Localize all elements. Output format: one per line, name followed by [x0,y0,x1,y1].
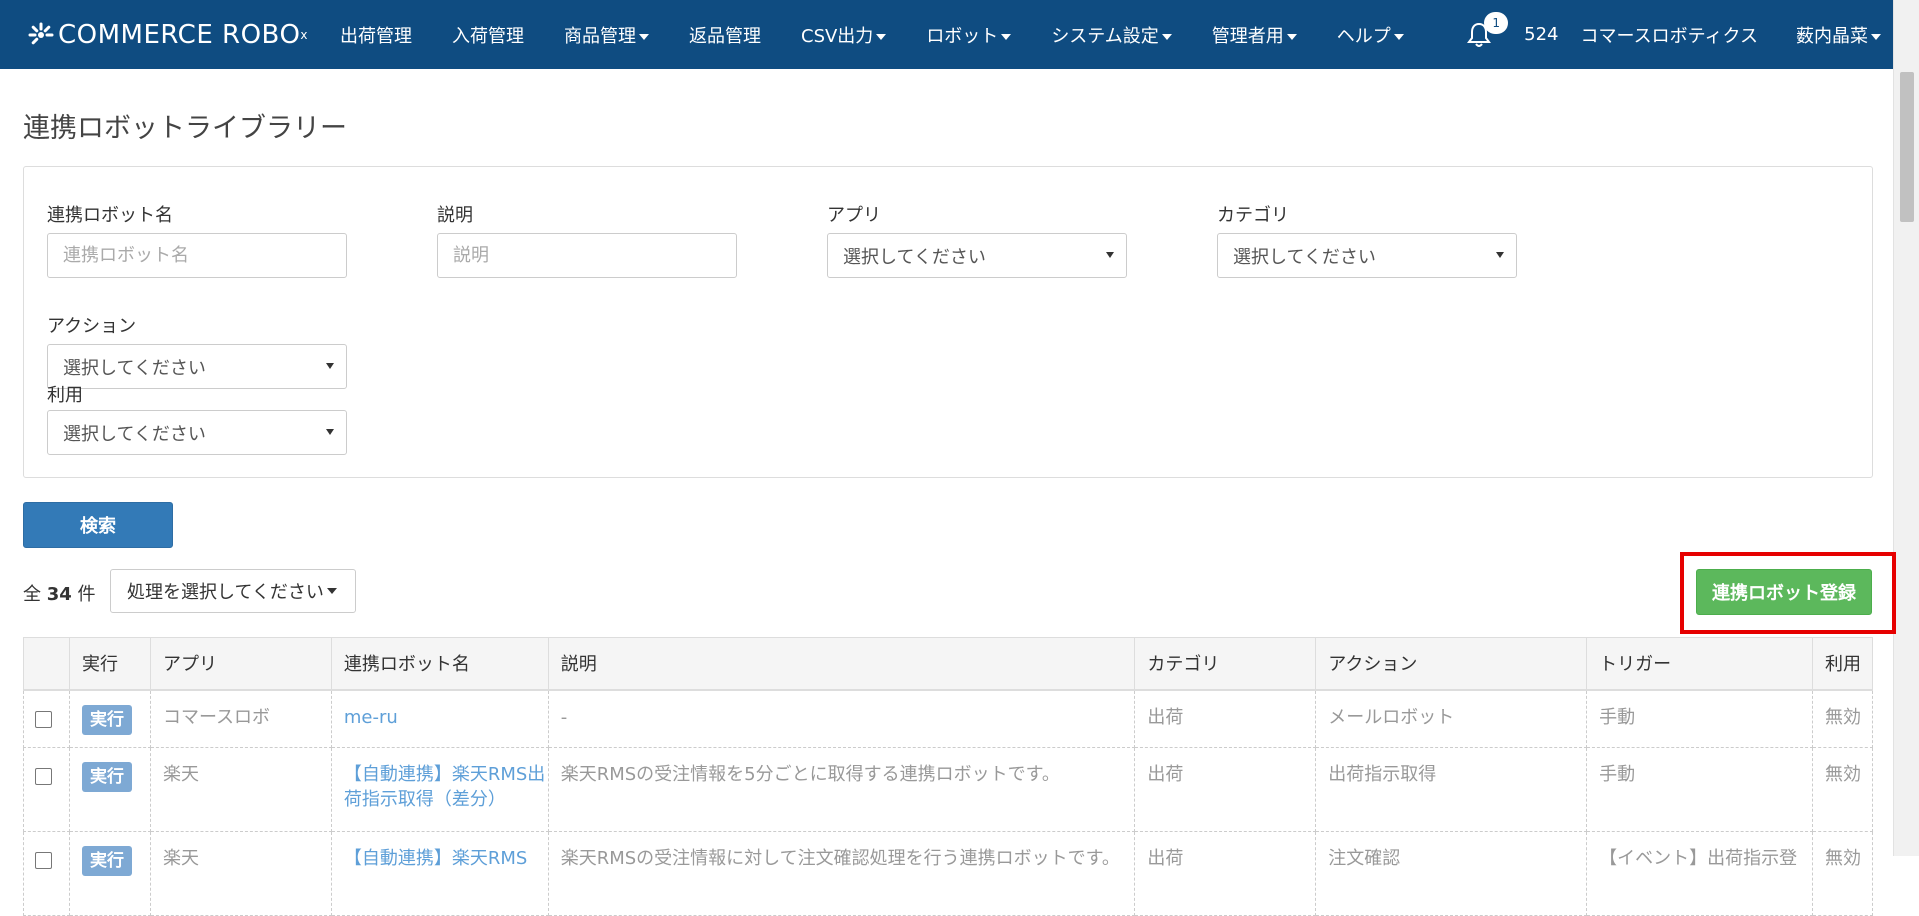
cell-action: メールロボット [1315,689,1588,748]
filter-panel: 連携ロボット名 説明 アプリ 選択してください カテゴリ 選択してください アク… [23,166,1873,478]
col-category[interactable]: カテゴリ [1134,637,1317,691]
cell-category: 出荷 [1134,831,1317,916]
chevron-down-icon [326,588,337,594]
nav-shipping[interactable]: 出荷管理 [320,22,432,48]
app-select[interactable]: 選択してください [827,233,1127,278]
nav-system-settings[interactable]: システム設定 [1031,22,1191,48]
robot-table: 実行 アプリ 連携ロボット名 説明 カテゴリ アクション トリガー 利用 実行 … [23,637,1874,916]
row-checkbox[interactable] [35,768,52,785]
logo-icon [28,22,54,44]
col-select [23,637,70,691]
col-run[interactable]: 実行 [68,637,151,691]
run-button[interactable]: 実行 [81,846,132,876]
top-navbar: COMMERCE ROBO x 出荷管理 入荷管理 商品管理 返品管理 CSV出力… [0,0,1919,69]
bulk-action-dropdown[interactable]: 処理を選択してください [110,569,356,613]
cell-action: 出荷指示取得 [1315,747,1588,832]
cell-robot-name-link[interactable]: me-ru [330,689,549,748]
caret-down-icon [1496,252,1504,258]
row-checkbox[interactable] [35,710,52,728]
chevron-down-icon [1286,33,1297,40]
page-title: 連携ロボットライブラリー [23,113,347,144]
col-usage[interactable]: 利用 [1811,637,1874,691]
cell-usage: 無効 [1811,831,1874,916]
cell-category: 出荷 [1134,689,1317,748]
cell-robot-name-link[interactable]: 【自動連携】楽天RMS [330,831,549,916]
col-action[interactable]: アクション [1315,637,1588,691]
nav-help[interactable]: ヘルプ [1317,22,1424,48]
notifications-button[interactable]: 1 [1462,11,1509,52]
col-trigger[interactable]: トリガー [1586,637,1813,691]
robot-name-input[interactable] [47,233,347,278]
description-label: 説明 [437,205,473,226]
usage-select[interactable]: 選択してください [47,410,347,455]
register-robot-button[interactable]: 連携ロボット登録 [1696,569,1872,615]
nav-robot[interactable]: ロボット [906,22,1031,48]
table-row: 実行 楽天 【自動連携】楽天RMS出荷指示取得（差分） 楽天RMSの受注情報を5… [23,747,1874,832]
cell-app: コマースロボ [149,689,332,748]
cell-app: 楽天 [149,831,332,916]
usage-label: 利用 [47,385,83,406]
col-description[interactable]: 説明 [547,637,1136,691]
search-button[interactable]: 検索 [23,502,173,548]
cell-app: 楽天 [149,747,332,832]
scrollbar-thumb[interactable] [1900,72,1914,222]
cell-trigger: 手動 [1586,689,1813,748]
chevron-down-icon [1871,33,1881,40]
cell-trigger: 手動 [1586,747,1813,832]
caret-down-icon [326,363,334,369]
chevron-down-icon [639,33,649,40]
row-checkbox[interactable] [35,852,52,869]
run-button[interactable]: 実行 [81,762,132,792]
cell-action: 注文確認 [1315,831,1588,916]
shop-id: 524 [1524,24,1559,45]
cell-robot-name-link[interactable]: 【自動連携】楽天RMS出荷指示取得（差分） [330,747,549,832]
robot-name-label: 連携ロボット名 [47,205,173,226]
description-input[interactable] [437,233,737,278]
brand-sup: x [300,27,308,42]
chevron-down-icon [876,33,887,40]
cell-usage: 無効 [1811,689,1874,748]
nav-csv-export[interactable]: CSV出力 [781,22,906,48]
page-scrollbar[interactable] [1893,0,1919,856]
company-name: コマースロボティクス [1580,25,1758,47]
action-select[interactable]: 選択してください [47,344,347,389]
col-app[interactable]: アプリ [149,637,332,691]
table-header: 実行 アプリ 連携ロボット名 説明 カテゴリ アクション トリガー 利用 [23,637,1874,691]
main-nav: 出荷管理 入荷管理 商品管理 返品管理 CSV出力 ロボット システム設定 管理… [320,0,1424,69]
nav-admin[interactable]: 管理者用 [1192,22,1317,48]
cell-description: 楽天RMSの受注情報に対して注文確認処理を行う連携ロボットです。 [547,831,1136,916]
brand-logo[interactable]: COMMERCE ROBO x [28,20,308,50]
total-count: 全 34 件 [23,584,96,605]
cell-description: - [547,689,1136,748]
app-label: アプリ [827,205,881,226]
table-row: 実行 コマースロボ me-ru - 出荷 メールロボット 手動 無効 [23,689,1874,748]
nav-receiving[interactable]: 入荷管理 [432,22,544,48]
brand-name: COMMERCE ROBO [58,19,301,50]
nav-right: 1 524 コマースロボティクス 薮内晶菜 [1462,0,1909,69]
nav-returns[interactable]: 返品管理 [669,22,781,48]
user-menu[interactable]: 薮内晶菜 [1796,22,1881,48]
category-select[interactable]: 選択してください [1217,233,1517,278]
cell-category: 出荷 [1134,747,1317,832]
nav-products[interactable]: 商品管理 [544,22,669,48]
col-robot-name[interactable]: 連携ロボット名 [330,637,549,691]
table-row: 実行 楽天 【自動連携】楽天RMS 楽天RMSの受注情報に対して注文確認処理を行… [23,831,1874,916]
run-button[interactable]: 実行 [81,704,132,735]
action-label: アクション [47,316,137,337]
chevron-down-icon [1161,33,1172,40]
caret-down-icon [1106,252,1114,258]
cell-usage: 無効 [1811,747,1874,832]
caret-down-icon [326,429,334,435]
cell-description: 楽天RMSの受注情報を5分ごとに取得する連携ロボットです。 [547,747,1136,832]
category-label: カテゴリ [1217,205,1289,226]
total-count-value: 34 [46,584,72,605]
notification-count-badge: 1 [1484,11,1509,34]
cell-trigger: 【イベント】出荷指示登 [1586,831,1813,916]
chevron-down-icon [1393,33,1404,40]
chevron-down-icon [1001,33,1012,40]
